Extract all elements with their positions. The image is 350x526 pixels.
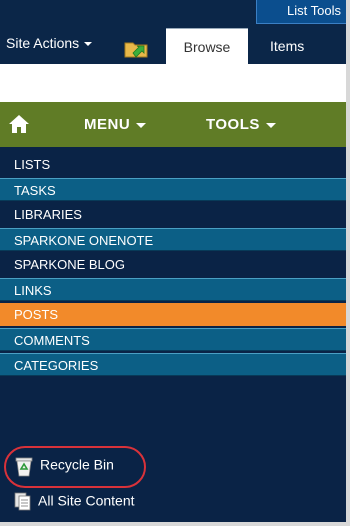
list-tools-group-label: List Tools [256,0,346,24]
nav-item-sparkone-blog[interactable]: SPARKONE BLOG [0,253,346,276]
nav-item-categories[interactable]: CATEGORIES [0,353,346,376]
site-actions-menu[interactable]: Site Actions [6,35,93,51]
window-shadow-bottom [0,522,350,526]
chevron-down-icon [84,42,93,47]
all-site-content-label: All Site Content [38,492,135,509]
site-actions-label: Site Actions [6,35,80,51]
nav-item-comments[interactable]: COMMENTS [0,328,346,351]
ribbon-content-area [0,64,346,102]
navigate-up-icon[interactable] [124,36,148,58]
recycle-bin-link[interactable]: Recycle Bin [14,455,114,477]
sharepoint-window: Site Actions List Tools Browse Items MEN… [0,0,346,522]
recycle-bin-icon [15,457,33,477]
menu-label: MENU [84,116,131,133]
home-icon[interactable] [8,113,30,135]
nav-item-lists[interactable]: LISTS [0,153,346,176]
chevron-down-icon [265,122,276,128]
ribbon: Site Actions List Tools Browse Items [0,0,346,65]
documents-icon [14,492,31,511]
chevron-down-icon [136,122,147,128]
recycle-bin-label: Recycle Bin [40,456,114,473]
quick-launch-nav: LISTS TASKS LIBRARIES SPARKONE ONENOTE S… [0,153,346,378]
tools-dropdown[interactable]: TOOLS [206,116,276,133]
all-site-content-link[interactable]: All Site Content [14,492,135,512]
top-menu-bar: MENU TOOLS [0,102,346,147]
nav-item-libraries[interactable]: LIBRARIES [0,203,346,226]
nav-item-links[interactable]: LINKS [0,278,346,301]
nav-item-posts[interactable]: POSTS [0,303,346,326]
tab-browse[interactable]: Browse [166,28,248,65]
window-shadow-right [346,0,350,526]
nav-item-sparkone-onenote[interactable]: SPARKONE ONENOTE [0,228,346,251]
nav-item-tasks[interactable]: TASKS [0,178,346,201]
tab-items[interactable]: Items [256,24,346,64]
tools-label: TOOLS [206,116,260,133]
menu-dropdown[interactable]: MENU [84,116,147,133]
